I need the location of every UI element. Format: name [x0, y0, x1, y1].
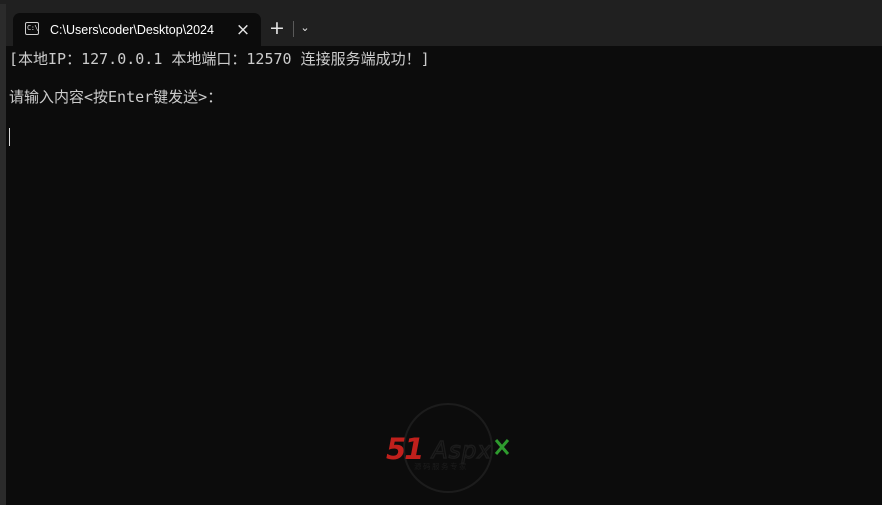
watermark-logo: 51 Aspx 源码服务专家 — [386, 403, 510, 493]
console-line-connection: [本地IP：127.0.0.1 本地端口：12570 连接服务端成功！] — [9, 50, 430, 68]
tab-divider — [293, 21, 294, 37]
terminal-icon: C:\ — [25, 22, 39, 35]
terminal-icon-glyph: C:\ — [27, 24, 39, 32]
chevron-down-icon[interactable]: ⌄ — [297, 18, 313, 38]
watermark-brand-dark: Aspx — [430, 438, 492, 464]
console-line-prompt: 请输入内容<按Enter键发送>： — [9, 88, 223, 106]
new-tab-button[interactable]: + — [265, 17, 289, 41]
tab-active[interactable]: C:\ C:\Users\coder\Desktop\2024 × — [13, 13, 261, 46]
watermark-brand-red: 51 — [386, 432, 422, 466]
close-icon[interactable]: × — [233, 20, 253, 40]
watermark-subtitle: 源码服务专家 — [414, 461, 468, 471]
text-cursor — [9, 128, 10, 146]
tab-bar: C:\ C:\Users\coder\Desktop\2024 × + ⌄ — [6, 4, 882, 46]
tab-title: C:\Users\coder\Desktop\2024 — [50, 23, 214, 37]
watermark-accent-icon — [494, 439, 510, 455]
